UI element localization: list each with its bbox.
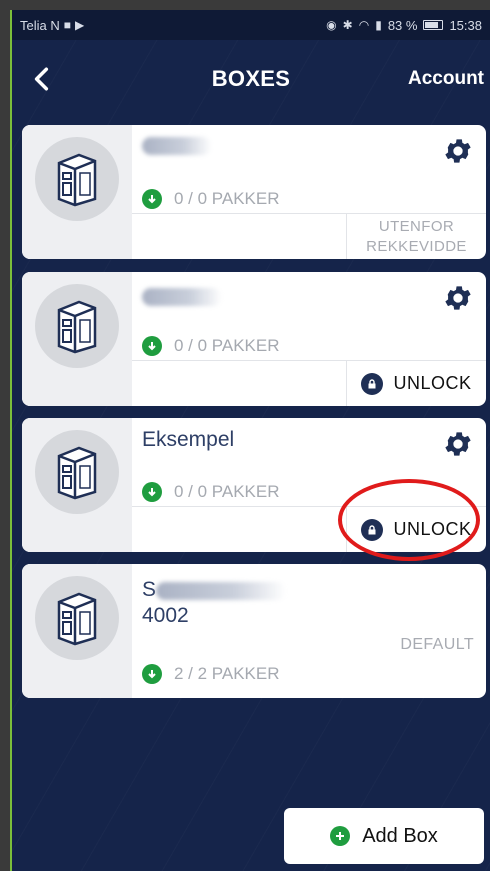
download-check-icon [142, 664, 162, 684]
box-card[interactable]: 0 / 0 PAKKER UNLOCK [22, 272, 486, 406]
box-card-footer: UNLOCK [132, 360, 486, 406]
redacted-box-name [142, 137, 212, 155]
package-count-label: 0 / 0 PAKKER [174, 336, 280, 355]
status-line-1: UTENFOR [378, 217, 455, 235]
unlock-label: UNLOCK [393, 373, 472, 393]
lock-icon [361, 518, 384, 541]
top-bar: BOXES Account [12, 40, 490, 118]
box-avatar [35, 284, 119, 368]
wifi-icon: ◠ [358, 18, 370, 32]
package-count-label: 0 / 0 PAKKER [174, 482, 280, 501]
redacted-box-name [142, 288, 222, 306]
out-of-range-status: UTENFOR REKKEVIDDE [366, 217, 467, 257]
download-check-icon [142, 482, 162, 502]
bluetooth-icon: ✱ [342, 18, 353, 32]
box-card[interactable]: S 4002 DEFAULT 2 / 2 PAKKER [22, 564, 486, 698]
box-card-footer: UNLOCK [132, 506, 486, 552]
package-count-label: 0 / 0 PAKKER [174, 189, 280, 208]
parcel-box-icon [57, 153, 97, 207]
box-card-side [22, 272, 132, 406]
unlock-button[interactable]: UNLOCK [346, 361, 486, 406]
parcel-box-icon [57, 592, 97, 646]
package-count-label: 2 / 2 PAKKER [174, 664, 280, 683]
carrier-label: Telia N [20, 17, 60, 33]
battery-icon [423, 20, 444, 30]
package-count: 2 / 2 PAKKER [142, 664, 280, 684]
status-line-2: REKKEVIDDE [366, 237, 467, 255]
gear-icon[interactable] [442, 282, 474, 314]
box-avatar [35, 576, 119, 660]
redacted-box-name [156, 582, 286, 600]
status-bar: Telia N ■ ▶ ◉ ✱ ◠ ▮ 83 % 15:38 [12, 10, 490, 40]
battery-percent: 83 % [387, 17, 418, 33]
lock-icon [361, 372, 384, 395]
box-card[interactable]: 0 / 0 PAKKER UTENFOR REKKEVIDDE [22, 125, 486, 259]
box-card[interactable]: Eksempel 0 / 0 PAKKER UNLOCK [22, 418, 486, 552]
box-avatar [35, 430, 119, 514]
location-icon: ◉ [326, 18, 337, 32]
default-status: DEFAULT [400, 636, 474, 653]
package-count: 0 / 0 PAKKER [142, 189, 280, 209]
account-button[interactable]: Account [408, 68, 490, 90]
package-count: 0 / 0 PAKKER [142, 482, 280, 502]
phone-screen: Telia N ■ ▶ ◉ ✱ ◠ ▮ 83 % 15:38 BOXES Acc… [10, 10, 490, 871]
unlock-button[interactable]: UNLOCK [346, 507, 486, 552]
status-cell: UTENFOR REKKEVIDDE [346, 214, 486, 259]
box-card-side [22, 418, 132, 552]
package-count: 0 / 0 PAKKER [142, 336, 280, 356]
box-name-prefix: S [142, 578, 157, 601]
add-box-button[interactable]: Add Box [284, 808, 484, 864]
download-check-icon [142, 336, 162, 356]
box-name: 4002 [142, 604, 189, 627]
box-card-footer: UTENFOR REKKEVIDDE [132, 213, 486, 259]
play-icon: ▶ [75, 18, 85, 32]
gear-icon[interactable] [442, 428, 474, 460]
add-box-label: Add Box [362, 824, 438, 847]
back-button[interactable] [12, 40, 72, 118]
parcel-box-icon [57, 446, 97, 500]
box-avatar [35, 137, 119, 221]
gear-icon[interactable] [442, 135, 474, 167]
unlock-label: UNLOCK [393, 519, 472, 539]
parcel-box-icon [57, 300, 97, 354]
box-card-side [22, 564, 132, 698]
plus-icon [330, 826, 351, 846]
chevron-left-icon [34, 67, 49, 91]
signal-icon: ▮ [375, 18, 382, 32]
facebook-icon: ■ [63, 18, 71, 32]
clock: 15:38 [449, 17, 482, 33]
box-name: Eksempel [142, 428, 235, 451]
box-card-side [22, 125, 132, 259]
download-check-icon [142, 189, 162, 209]
